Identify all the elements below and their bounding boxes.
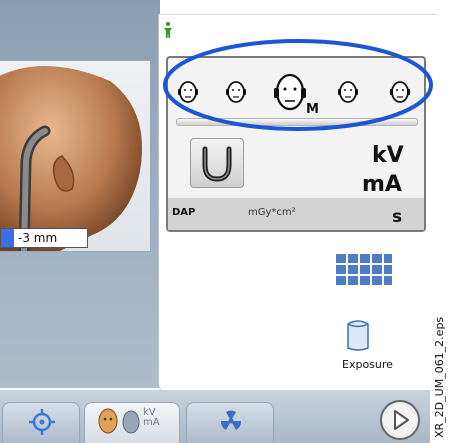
kv-ma-icon: kV mA	[143, 407, 160, 428]
tab-positioning[interactable]	[2, 402, 80, 443]
offset-value-field[interactable]: -3 mm	[0, 228, 88, 248]
bite-block-icon	[202, 146, 232, 182]
patient-head-gray-icon	[122, 410, 140, 434]
crosshair-target-icon	[29, 409, 55, 435]
tab-patient-settings[interactable]: kV mA	[84, 402, 180, 443]
exposure-icon[interactable]	[344, 318, 372, 352]
dap-label: DAP	[172, 207, 196, 218]
exposure-button-label[interactable]: Exposure	[342, 358, 393, 371]
figure-caption: XR_2D_UM_061_2.eps	[433, 316, 446, 438]
highlight-ellipse	[163, 39, 433, 131]
kv-value-label[interactable]: kV	[372, 143, 404, 168]
bite-block-button[interactable]	[190, 138, 244, 188]
next-play-button[interactable]	[378, 398, 422, 442]
grid-view-icon[interactable]	[336, 254, 392, 286]
patient-preview-image	[0, 60, 151, 252]
tab-exposure[interactable]	[186, 402, 274, 443]
radiation-icon	[220, 410, 242, 430]
patient-head-illustration	[0, 66, 142, 251]
exposure-time-label: s	[392, 207, 403, 227]
offset-marker	[1, 229, 14, 247]
dap-row: DAP mGy*cm²	[168, 198, 424, 230]
dap-unit: mGy*cm²	[248, 207, 296, 218]
ma-value-label[interactable]: mA	[362, 172, 402, 197]
patient-head-color-icon	[98, 408, 118, 434]
offset-value-text: -3 mm	[18, 231, 58, 245]
